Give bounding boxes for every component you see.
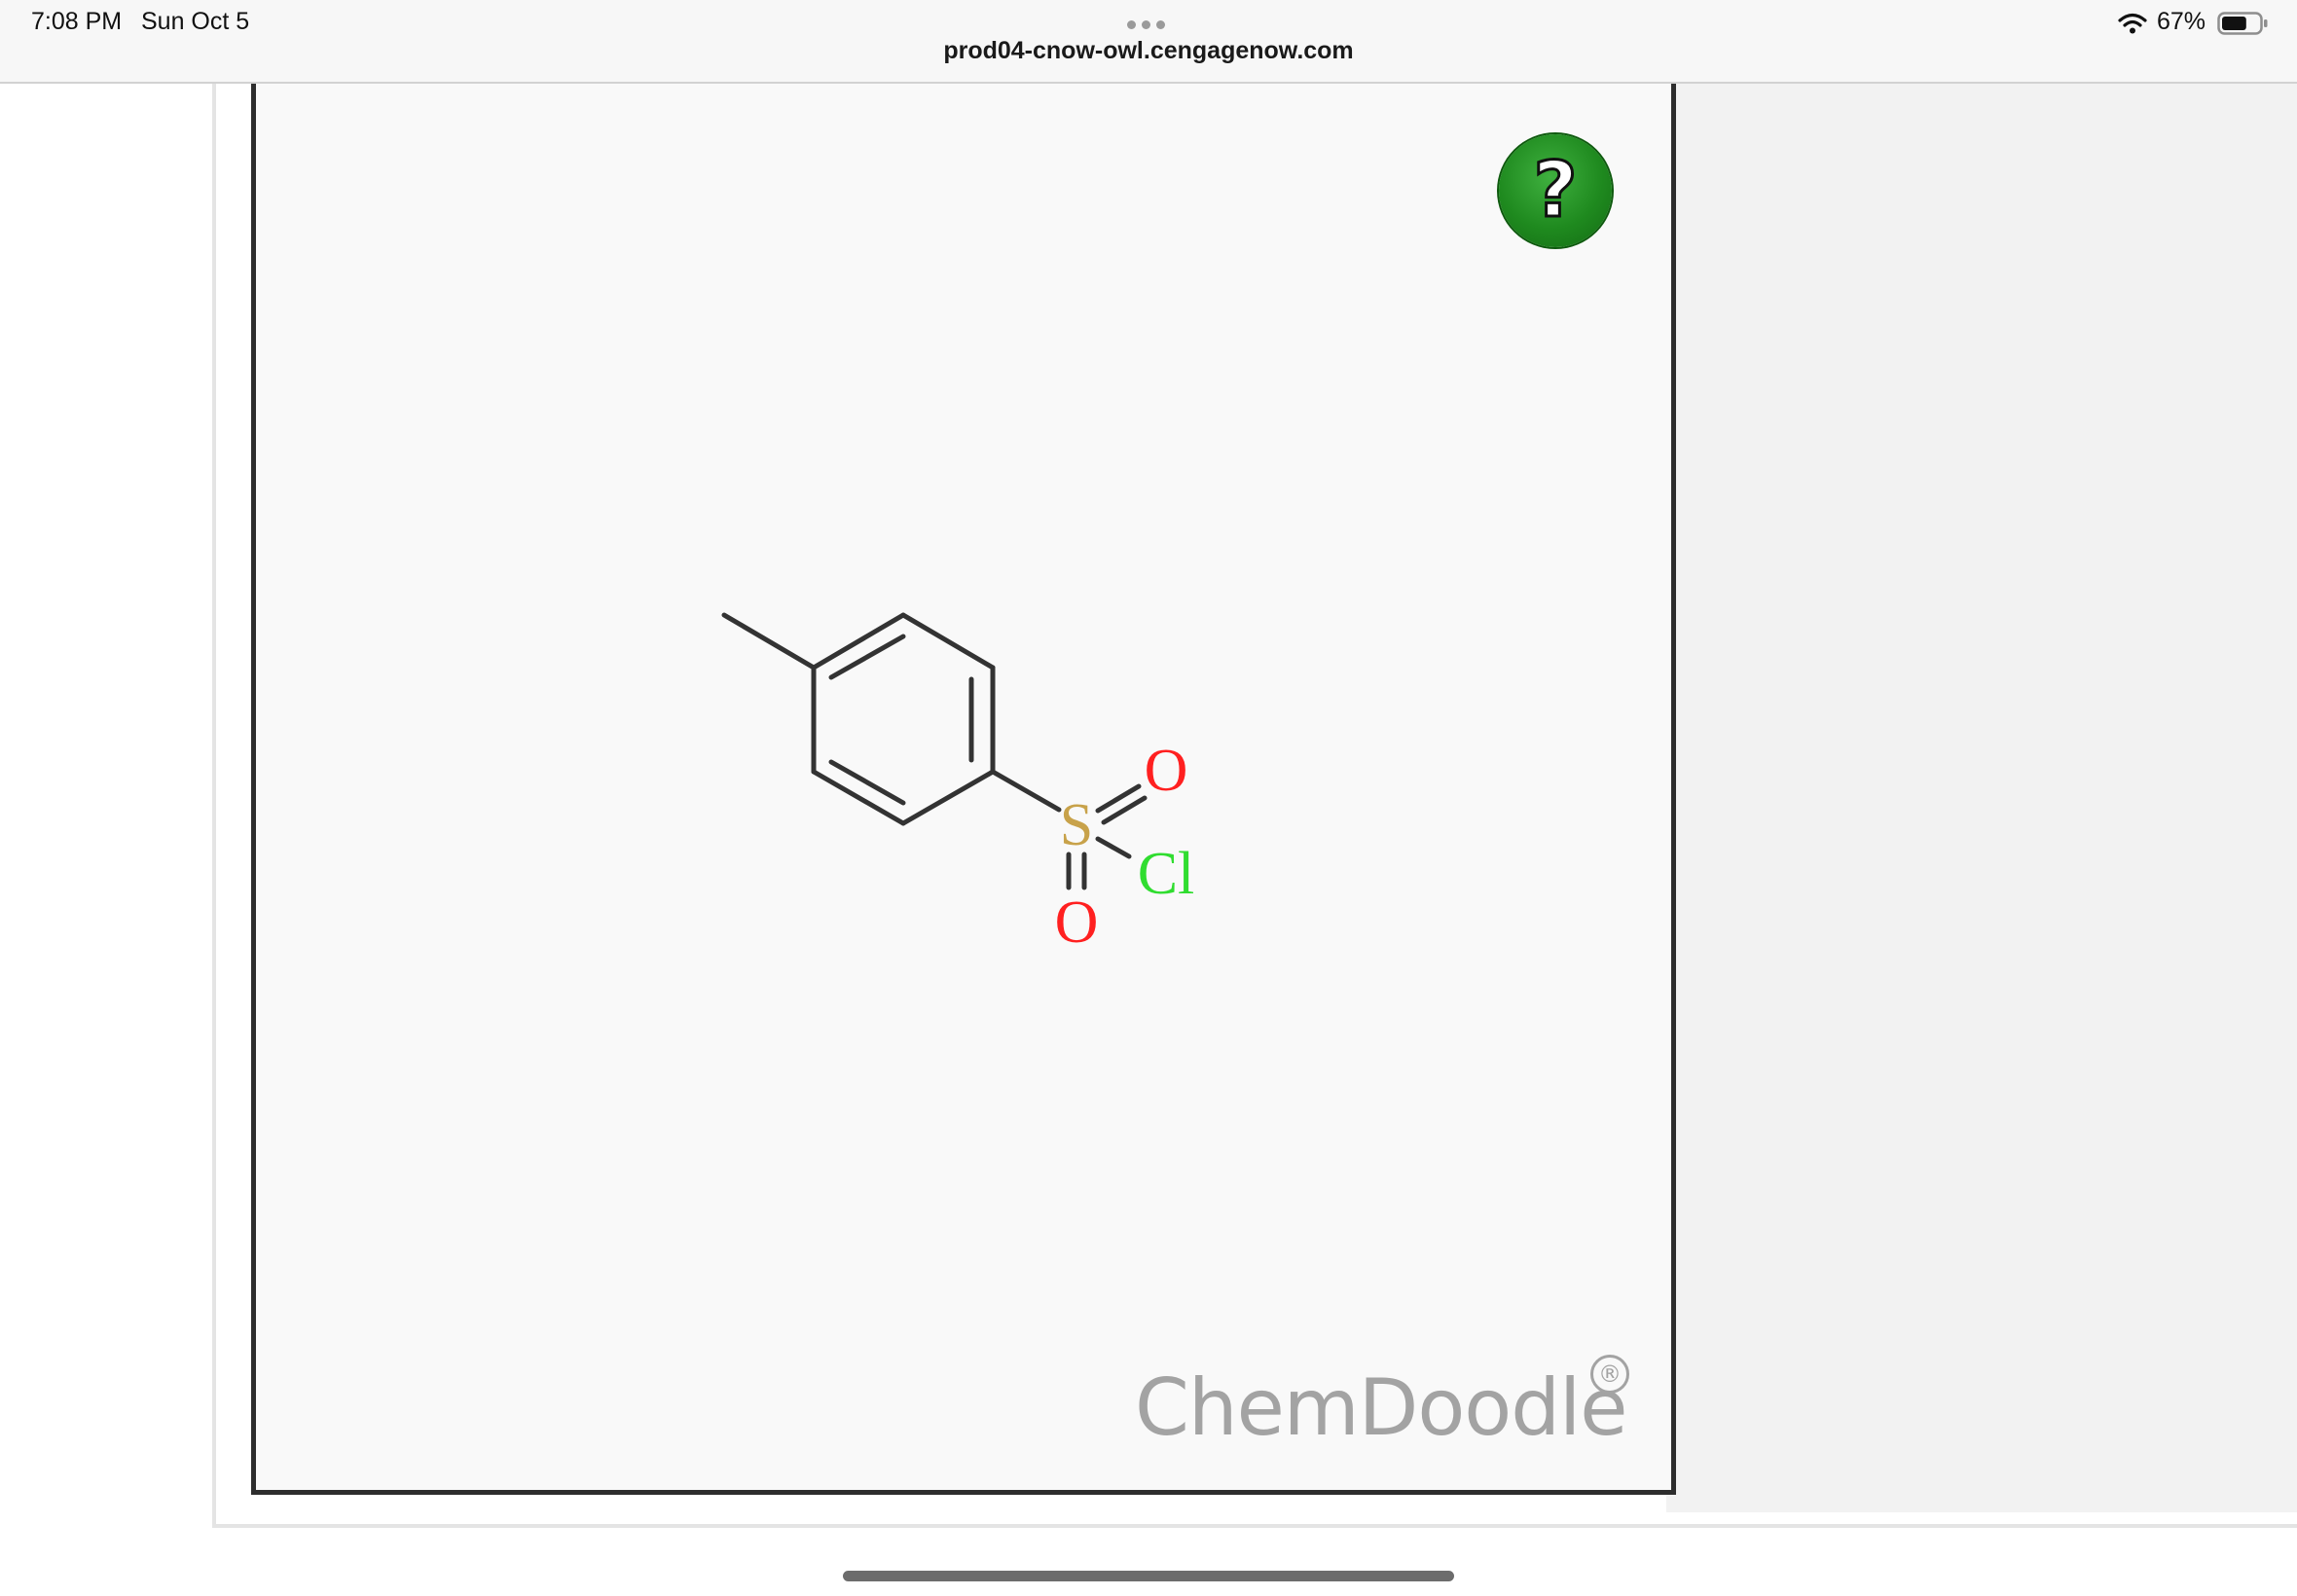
sulfur-atom: S bbox=[1060, 792, 1093, 858]
registered-trademark-icon: ® bbox=[1590, 1355, 1629, 1394]
oxygen-atom-bottom: O bbox=[1055, 889, 1099, 956]
question-mark-icon: ? bbox=[1532, 146, 1579, 236]
chemdoodle-watermark: ChemDoodle bbox=[1135, 1362, 1627, 1453]
chlorine-atom: Cl bbox=[1138, 841, 1195, 907]
home-indicator-bar[interactable] bbox=[843, 1571, 1454, 1581]
tosyl-chloride-structure: O S Cl O bbox=[721, 612, 1195, 956]
oxygen-atom-top: O bbox=[1145, 738, 1188, 804]
help-button[interactable]: ? bbox=[1499, 134, 1612, 247]
